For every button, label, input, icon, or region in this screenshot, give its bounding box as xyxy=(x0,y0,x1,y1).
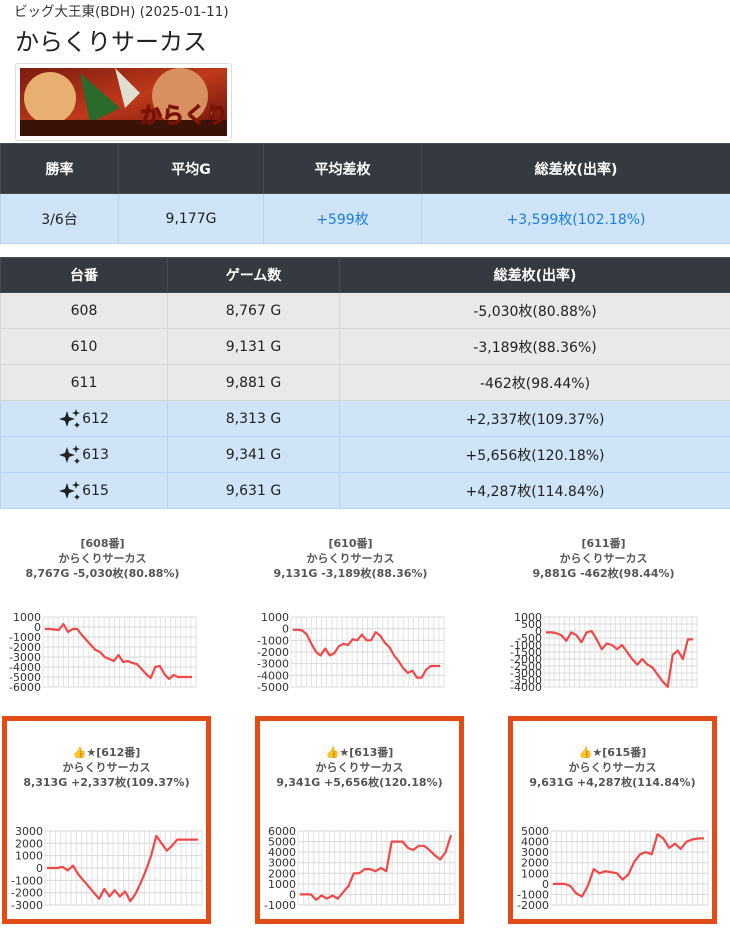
summary-table: 勝率 平均G 平均差枚 総差枚(出率) 3/6台 9,177G +599枚 +3… xyxy=(0,143,730,244)
table-row: 608 8,767 G -5,030枚(80.88%) xyxy=(0,292,730,329)
chart-subtitle: からくりサーカス xyxy=(315,761,404,774)
unit-diff: -5,030枚(80.88%) xyxy=(339,292,730,329)
line-chart: 6000500040003000200010000-1000 xyxy=(264,827,456,911)
chart-subtitle: からくりサーカス xyxy=(62,761,151,774)
chart-subtitle: からくりサーカス xyxy=(58,552,147,565)
line-chart: 10000-1000-2000-3000-4000-5000 xyxy=(257,613,445,693)
y-tick-label: -1000 xyxy=(264,899,296,911)
line-chart: 10005000-500-1000-1500-2000-2500-3000-35… xyxy=(510,613,698,693)
summary-total-diff: +3,599枚(102.18%) xyxy=(421,193,730,244)
unit-table: 台番 ゲーム数 総差枚(出率) 608 8,767 G -5,030枚(80.8… xyxy=(0,257,730,509)
summary-header-avg-diff: 平均差枚 xyxy=(263,143,422,194)
chart-caption: 9,131G -3,189枚(88.36%) xyxy=(273,567,428,580)
chart-caption: 9,881G -462枚(98.44%) xyxy=(532,567,675,580)
unit-games: 9,341 G xyxy=(167,436,340,473)
unit-diff: +4,287枚(114.84%) xyxy=(339,472,730,509)
y-tick-label: -2000 xyxy=(517,899,549,911)
unit-diff: -462枚(98.44%) xyxy=(339,364,730,401)
series-line xyxy=(293,628,440,679)
chart-card-608[interactable]: [608番] からくりサーカス 8,767G -5,030枚(80.88%) 1… xyxy=(5,513,200,693)
chart-subtitle: からくりサーカス xyxy=(568,761,657,774)
unit-number: 615 xyxy=(82,482,109,499)
summary-winrate: 3/6台 xyxy=(0,193,119,244)
chart-card-615[interactable]: 👍★[615番] からくりサーカス 9,631G +4,287枚(114.84%… xyxy=(508,716,717,924)
chart-caption: 9,631G +4,287枚(114.84%) xyxy=(529,776,696,789)
chart-caption: 8,767G -5,030枚(80.88%) xyxy=(25,567,180,580)
unit-games: 9,631 G xyxy=(167,472,340,509)
unit-diff: +5,656枚(120.18%) xyxy=(339,436,730,473)
y-tick-label: -5000 xyxy=(257,681,289,693)
unit-header-diff: 総差枚(出率) xyxy=(339,257,730,293)
sparkle-icon xyxy=(59,480,81,500)
machine-banner-image: からくりサーカス xyxy=(15,63,232,141)
y-tick-label: -2000 xyxy=(11,887,43,900)
unit-header-games: ゲーム数 xyxy=(167,257,340,293)
chart-card-611[interactable]: [611番] からくりサーカス 9,881G -462枚(98.44%) 100… xyxy=(506,513,701,693)
line-chart: 3000200010000-1000-2000-3000 xyxy=(11,827,203,911)
line-chart: 10000-1000-2000-3000-4000-5000-6000 xyxy=(9,613,197,693)
unit-number[interactable]: 611 xyxy=(0,364,168,401)
chart-title: [608番] xyxy=(80,537,125,550)
chart-caption: 8,313G +2,337枚(109.37%) xyxy=(23,776,190,789)
unit-diff: +2,337枚(109.37%) xyxy=(339,400,730,437)
unit-games: 8,767 G xyxy=(167,292,340,329)
y-tick-label: 1000 xyxy=(15,850,43,863)
line-chart: 500040003000200010000-1000-2000 xyxy=(517,827,709,911)
unit-diff: -3,189枚(88.36%) xyxy=(339,328,730,365)
store-date-label: ビッグ大王東(BDH) (2025-01-11) xyxy=(14,4,229,20)
chart-card-613[interactable]: 👍★[613番] からくりサーカス 9,341G +5,656枚(120.18%… xyxy=(255,716,464,924)
chart-title: [610番] xyxy=(328,537,373,550)
y-tick-label: -6000 xyxy=(9,681,41,693)
unit-games: 8,313 G xyxy=(167,400,340,437)
summary-avg-games: 9,177G xyxy=(118,193,264,244)
chart-title: 👍★[613番] xyxy=(325,746,394,759)
y-tick-label: -4000 xyxy=(510,681,542,693)
unit-number-cell[interactable]: 612 xyxy=(0,400,168,437)
table-row: 613 9,341 G +5,656枚(120.18%) xyxy=(0,436,730,473)
chart-caption: 9,341G +5,656枚(120.18%) xyxy=(276,776,443,789)
unit-number: 613 xyxy=(82,446,109,463)
unit-number[interactable]: 608 xyxy=(0,292,168,329)
unit-header-number: 台番 xyxy=(0,257,168,293)
y-tick-label: -1000 xyxy=(11,874,43,887)
chart-subtitle: からくりサーカス xyxy=(306,552,395,565)
unit-number: 612 xyxy=(82,410,109,427)
chart-card-612[interactable]: 👍★[612番] からくりサーカス 8,313G +2,337枚(109.37%… xyxy=(2,716,211,924)
series-line xyxy=(45,622,192,681)
summary-avg-diff: +599枚 xyxy=(263,193,422,244)
sparkle-icon xyxy=(59,444,81,464)
unit-number[interactable]: 610 xyxy=(0,328,168,365)
table-row: 615 9,631 G +4,287枚(114.84%) xyxy=(0,472,730,509)
unit-games: 9,881 G xyxy=(167,364,340,401)
unit-games: 9,131 G xyxy=(167,328,340,365)
y-tick-label: -3000 xyxy=(11,899,43,911)
summary-header-total-diff: 総差枚(出率) xyxy=(421,143,730,194)
chart-title: 👍★[612番] xyxy=(72,746,141,759)
unit-number-cell[interactable]: 613 xyxy=(0,436,168,473)
summary-header-avg-games: 平均G xyxy=(118,143,264,194)
sparkle-icon xyxy=(59,408,81,428)
table-row: 611 9,881 G -462枚(98.44%) xyxy=(0,364,730,401)
banner-logo-text: からくりサーカス xyxy=(140,104,227,129)
y-tick-label: 2000 xyxy=(15,837,43,850)
unit-number-cell[interactable]: 615 xyxy=(0,472,168,509)
chart-title: [611番] xyxy=(581,537,626,550)
y-tick-label: 0 xyxy=(36,862,43,875)
page-title: からくりサーカス xyxy=(15,28,207,56)
chart-subtitle: からくりサーカス xyxy=(559,552,648,565)
table-row: 610 9,131 G -3,189枚(88.36%) xyxy=(0,328,730,365)
table-row: 612 8,313 G +2,337枚(109.37%) xyxy=(0,400,730,437)
summary-header-winrate: 勝率 xyxy=(0,143,119,194)
chart-title: 👍★[615番] xyxy=(578,746,647,759)
chart-card-610[interactable]: [610番] からくりサーカス 9,131G -3,189枚(88.36%) 1… xyxy=(253,513,448,693)
